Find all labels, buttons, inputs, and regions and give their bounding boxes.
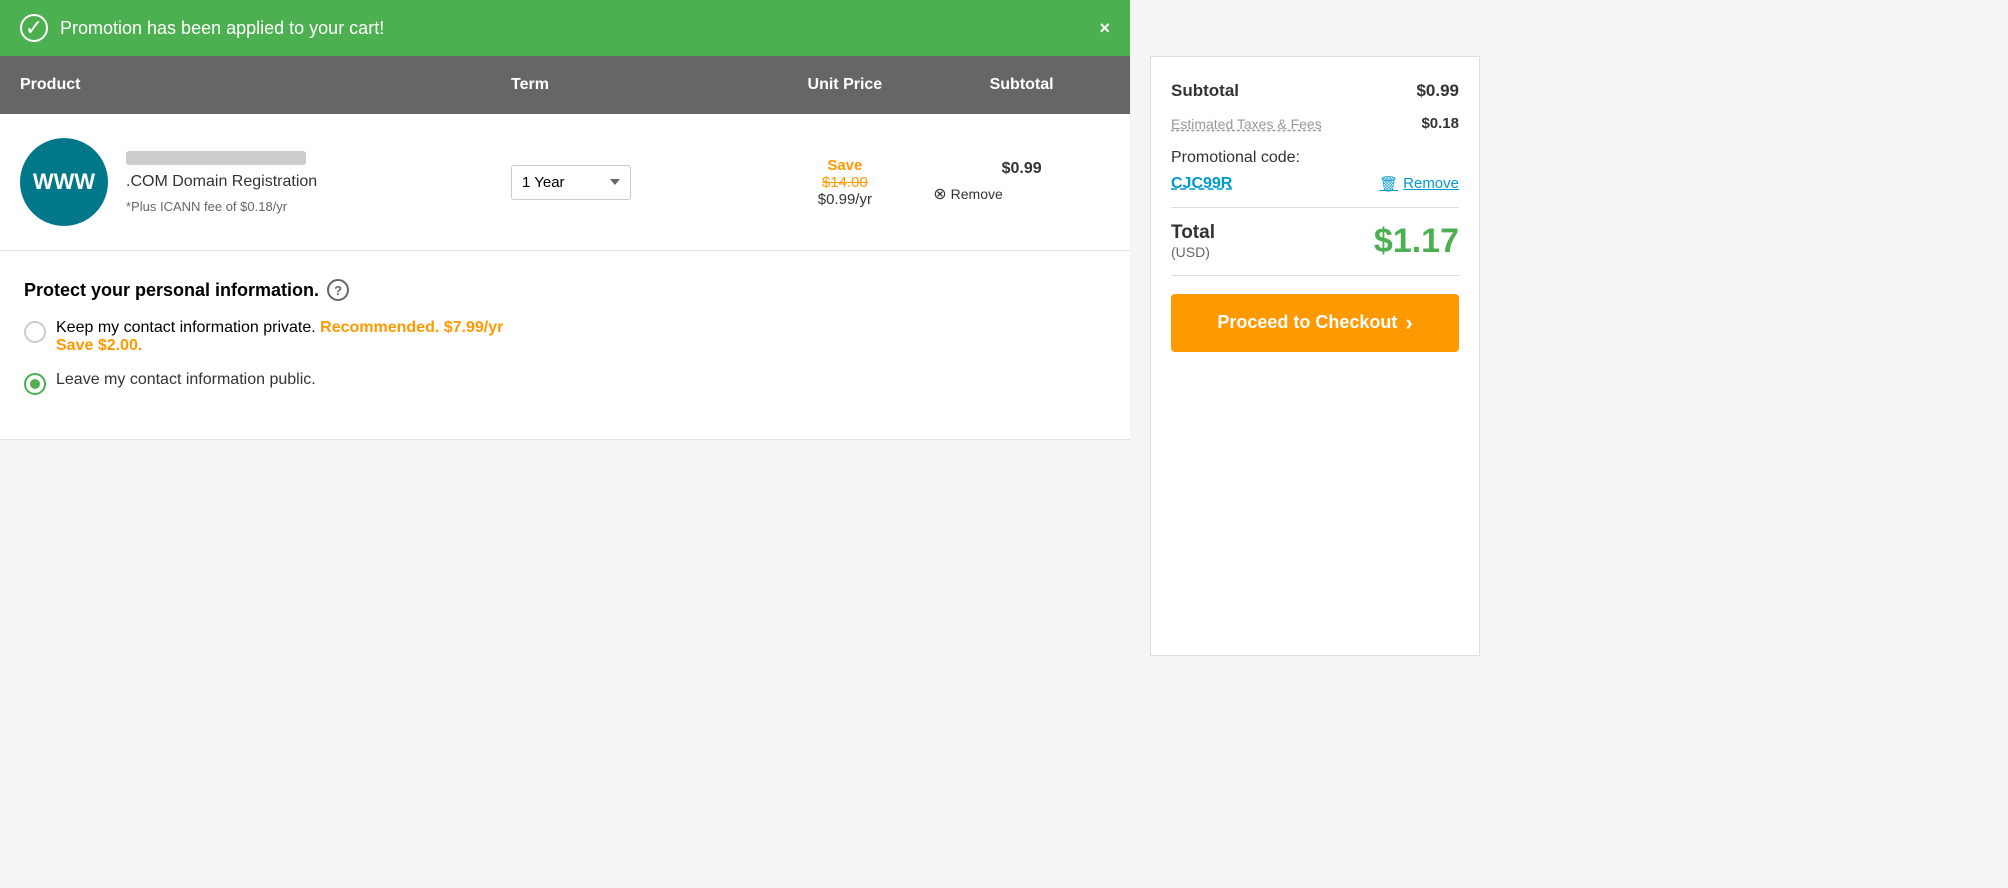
save-amount: Save $2.00. [56, 337, 142, 354]
subtotal-price: $0.99 [933, 160, 1110, 178]
promo-code-value: CJC99R [1171, 175, 1232, 193]
www-icon: WWW [20, 138, 108, 226]
checkout-button[interactable]: Proceed to Checkout › [1171, 294, 1459, 352]
original-price: $14.00 [756, 174, 933, 191]
privacy-title: Protect your personal information. ? [24, 279, 1106, 301]
product-details: .COM Domain Registration *Plus ICANN fee… [126, 151, 317, 214]
product-name: .COM Domain Registration [126, 173, 317, 191]
promo-banner: ✓ Promotion has been applied to your car… [0, 0, 1130, 56]
radio-public[interactable] [24, 373, 46, 395]
radio-private[interactable] [24, 321, 46, 343]
product-info: WWW .COM Domain Registration *Plus ICANN… [20, 138, 511, 226]
promo-close-icon[interactable]: × [1099, 18, 1110, 39]
subtotal-label: Subtotal [1171, 81, 1239, 101]
taxes-label[interactable]: Estimated Taxes & Fees [1171, 115, 1322, 135]
remove-item-button[interactable]: ⊗ Remove [933, 184, 1110, 204]
promo-message: Promotion has been applied to your cart! [60, 18, 384, 39]
term-selector-cell: 1 Year 2 Years 5 Years [511, 165, 757, 200]
total-row: Total (USD) $1.17 [1171, 222, 1459, 261]
current-price: $0.99/yr [756, 191, 933, 208]
domain-name-blurred [126, 151, 306, 165]
radio-option-public[interactable]: Leave my contact information public. [24, 371, 1106, 395]
icann-fee: *Plus ICANN fee of $0.18/yr [126, 199, 317, 214]
promo-check-icon: ✓ [20, 14, 48, 42]
trash-icon: 🗑 [1379, 175, 1398, 193]
col-header-unit-price: Unit Price [756, 76, 933, 94]
total-label-col: Total (USD) [1171, 222, 1215, 260]
privacy-section: Protect your personal information. ? Kee… [0, 251, 1130, 440]
cart-item: WWW .COM Domain Registration *Plus ICANN… [0, 114, 1130, 251]
taxes-row: Estimated Taxes & Fees $0.18 [1171, 115, 1459, 135]
remove-promo-button[interactable]: 🗑 Remove [1379, 175, 1459, 193]
col-header-term: Term [511, 76, 757, 94]
total-label: Total [1171, 222, 1215, 244]
main-content: Product Term Unit Price Subtotal WWW .CO… [0, 56, 1130, 440]
total-value: $1.17 [1374, 222, 1459, 261]
radio-label-public: Leave my contact information public. [56, 371, 316, 389]
total-usd: (USD) [1171, 244, 1215, 260]
divider [1171, 207, 1459, 208]
promo-code-label: Promotional code: [1171, 149, 1459, 167]
term-select[interactable]: 1 Year 2 Years 5 Years [511, 165, 631, 200]
remove-circle-icon: ⊗ [933, 184, 946, 204]
promo-code-row: CJC99R 🗑 Remove [1171, 175, 1459, 193]
divider-2 [1171, 275, 1459, 276]
subtotal-cell: $0.99 ⊗ Remove [933, 160, 1110, 204]
col-header-subtotal: Subtotal [933, 76, 1110, 94]
cart-table-header: Product Term Unit Price Subtotal [0, 56, 1130, 114]
recommended-text: Recommended. $7.99/yr [320, 319, 503, 336]
unit-price-cell: Save $14.00 $0.99/yr [756, 157, 933, 208]
subtotal-value: $0.99 [1416, 81, 1459, 101]
order-summary-sidebar: Subtotal $0.99 Estimated Taxes & Fees $0… [1150, 56, 1480, 656]
save-label: Save [756, 157, 933, 174]
col-header-product: Product [20, 76, 511, 94]
radio-label-private: Keep my contact information private. Rec… [56, 319, 503, 355]
taxes-value: $0.18 [1421, 115, 1459, 132]
radio-option-private[interactable]: Keep my contact information private. Rec… [24, 319, 1106, 355]
promo-code-section: Promotional code: CJC99R 🗑 Remove [1171, 149, 1459, 193]
subtotal-row: Subtotal $0.99 [1171, 81, 1459, 101]
help-icon[interactable]: ? [327, 279, 349, 301]
